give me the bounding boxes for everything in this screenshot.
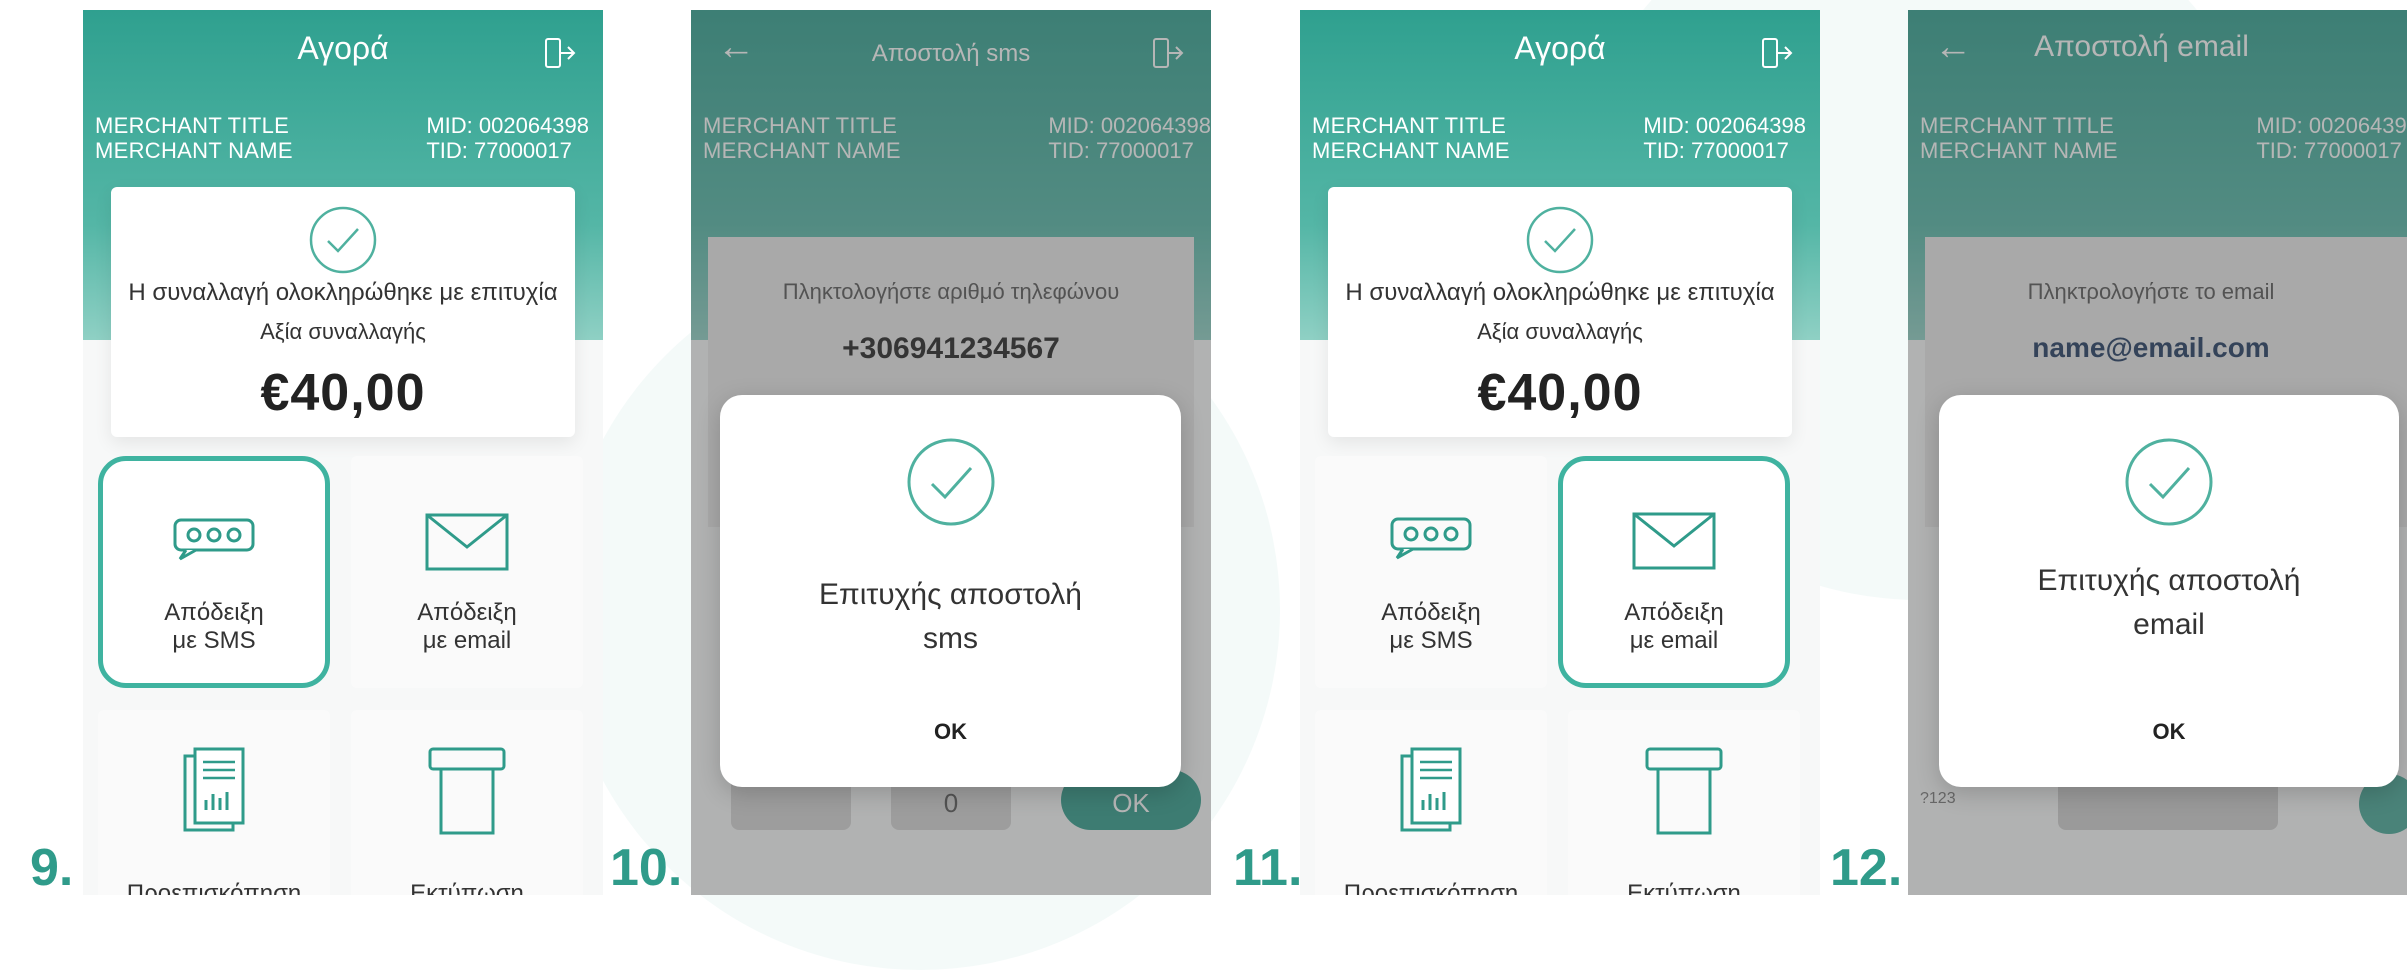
document-preview-icon xyxy=(1400,747,1462,832)
step-number: 9. xyxy=(30,839,74,897)
merchant-title: MERCHANT TITLE xyxy=(95,113,290,138)
logout-icon[interactable] xyxy=(543,36,577,70)
terminal-id: TID: 77000017 xyxy=(426,138,572,163)
print-receipt-button[interactable]: Εκτύπωση απόδειξης xyxy=(1568,710,1800,895)
success-dialog: Επιτυχής αποστολή sms OK xyxy=(720,395,1181,787)
preview-receipt-button[interactable]: Προεπισκόπηση απόδειξης xyxy=(98,710,330,895)
success-check-icon xyxy=(309,206,377,274)
amount-value: €40,00 xyxy=(1477,364,1643,422)
terminal-id: TID: 77000017 xyxy=(1643,138,1789,163)
merchant-name: MERCHANT NAME xyxy=(1312,138,1510,163)
tile-label: Απόδειξη με email xyxy=(417,599,517,654)
email-icon xyxy=(425,513,509,571)
amount-label: Αξία συναλλαγής xyxy=(1477,319,1643,344)
email-icon xyxy=(1632,512,1716,570)
sms-receipt-button[interactable]: Απόδειξη με SMS xyxy=(1315,456,1547,688)
terminal-info: MID: 002064398 TID: 77000017 xyxy=(426,113,589,163)
tile-label: Εκτύπωση απόδειξης xyxy=(1627,880,1741,895)
tile-label: Απόδειξη με email xyxy=(1624,599,1724,654)
success-dialog: Επιτυχής αποστολή email OK xyxy=(1939,395,2399,787)
step-number: 10. xyxy=(610,839,683,897)
merchant-title: MERCHANT TITLE xyxy=(1312,113,1507,138)
printer-icon xyxy=(428,747,506,835)
amount-value: €40,00 xyxy=(260,364,426,422)
tile-label: Προεπισκόπηση απόδειξης xyxy=(126,880,302,895)
screen-9: Αγορά MERCHANT TITLE MERCHANT NAME MID: … xyxy=(83,10,603,895)
merchant-id: MID: 002064398 xyxy=(426,113,589,138)
print-receipt-button[interactable]: Εκτύπωση απόδειξης xyxy=(351,710,583,895)
success-check-icon xyxy=(1526,206,1594,274)
tile-label: Απόδειξη με SMS xyxy=(1381,599,1481,654)
sms-receipt-button[interactable]: Απόδειξη με SMS xyxy=(98,456,330,688)
tile-label: Εκτύπωση απόδειξης xyxy=(410,880,524,895)
ok-button[interactable]: OK xyxy=(2141,713,2198,751)
preview-receipt-button[interactable]: Προεπισκόπηση απόδειξης xyxy=(1315,710,1547,895)
sms-icon xyxy=(1390,517,1472,560)
dialog-message: Επιτυχής αποστολή sms xyxy=(819,578,1082,655)
result-card: Η συναλλαγή ολοκληρώθηκε με επιτυχία Αξί… xyxy=(111,187,575,437)
terminal-info: MID: 002064398 TID: 77000017 xyxy=(1643,113,1806,163)
merchant-name: MERCHANT NAME xyxy=(95,138,293,163)
success-check-icon xyxy=(2125,438,2213,526)
result-message: Η συναλλαγή ολοκληρώθηκε με επιτυχία xyxy=(128,279,558,306)
printer-icon xyxy=(1645,747,1723,835)
tile-label: Απόδειξη με SMS xyxy=(164,599,264,654)
step-number: 11. xyxy=(1233,839,1303,897)
tile-label: Προεπισκόπηση απόδειξης xyxy=(1343,880,1519,895)
ok-button[interactable]: OK xyxy=(922,713,979,751)
merchant-info: MERCHANT TITLE MERCHANT NAME xyxy=(95,113,293,163)
merchant-id: MID: 002064398 xyxy=(1643,113,1806,138)
result-card: Η συναλλαγή ολοκληρώθηκε με επιτυχία Αξί… xyxy=(1328,187,1792,437)
dialog-message: Επιτυχής αποστολή email xyxy=(2037,564,2301,641)
step-number: 12. xyxy=(1830,839,1903,897)
document-preview-icon xyxy=(183,747,245,832)
email-receipt-button[interactable]: Απόδειξη με email xyxy=(1558,456,1790,688)
email-receipt-button[interactable]: Απόδειξη με email xyxy=(351,456,583,688)
success-check-icon xyxy=(907,438,994,526)
page-title: Αγορά xyxy=(297,30,389,66)
logout-icon[interactable] xyxy=(1760,36,1794,70)
screen-12: ← Αποστολή email MERCHANT TITLE MERCHANT… xyxy=(1908,10,2407,895)
page-title: Αγορά xyxy=(1514,30,1606,66)
sms-icon xyxy=(173,518,255,561)
screen-11: Αγορά MERCHANT TITLE MERCHANT NAME MID: … xyxy=(1300,10,1820,895)
merchant-info: MERCHANT TITLE MERCHANT NAME xyxy=(1312,113,1510,163)
screen-10: ← Αποστολή sms MERCHANT TITLE MERCHANT N… xyxy=(691,10,1211,895)
result-message: Η συναλλαγή ολοκληρώθηκε με επιτυχία xyxy=(1345,279,1775,306)
amount-label: Αξία συναλλαγής xyxy=(260,319,426,344)
